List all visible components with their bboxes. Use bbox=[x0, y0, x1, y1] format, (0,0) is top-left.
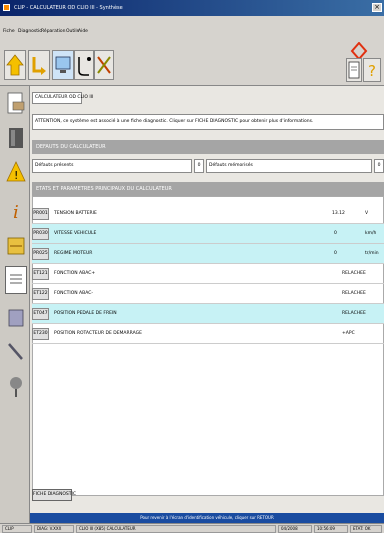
states-list-icon bbox=[10, 274, 22, 284]
parameter-description: POSITION ROTACTEUR DE DEMARRAGE bbox=[54, 331, 142, 336]
parameters-icon bbox=[7, 237, 25, 255]
tools-icon bbox=[97, 56, 111, 74]
table-row: PR030 VITESSE VEHICULE 0 km/h bbox=[32, 224, 384, 244]
menu-item-diagnostic[interactable]: Diagnostic bbox=[18, 29, 42, 34]
close-button[interactable]: × bbox=[372, 3, 382, 12]
commands-icon bbox=[8, 309, 24, 327]
sidebar-info-button[interactable]: i bbox=[5, 196, 27, 224]
parameter-value: 13.12 bbox=[332, 211, 345, 216]
parameter-code[interactable]: PR030 bbox=[32, 228, 49, 240]
app-icon bbox=[3, 4, 10, 11]
status-bar: CLIP DIAG: V.XXX CLIO III (X85) CALCULAT… bbox=[0, 523, 384, 533]
defauts-memorises-count: 0 bbox=[374, 159, 384, 173]
sidebar-commands-button[interactable] bbox=[5, 304, 27, 332]
section-etats-header: ETATS ET PARAMETRES PRINCIPAUX DU CALCUL… bbox=[32, 182, 384, 196]
status-cell-vehicle: CLIO III (X85) CALCULATEUR bbox=[76, 525, 276, 533]
title-bar: CLIP - CALCULATEUR OD CLIO III - Synthès… bbox=[0, 0, 384, 16]
defauts-memorises-field: Défauts mémorisés bbox=[206, 159, 372, 173]
parameter-description: FONCTION ABAC- bbox=[54, 291, 93, 296]
sidebar-identification-button[interactable] bbox=[5, 90, 27, 118]
car-document-icon bbox=[7, 92, 25, 114]
defauts-presents-field: Défauts présents bbox=[32, 159, 192, 173]
parameter-code[interactable]: ET230 bbox=[32, 328, 49, 340]
ecu-icon bbox=[9, 128, 23, 148]
probe-icon bbox=[78, 57, 91, 76]
help-button[interactable]: ? bbox=[363, 58, 381, 82]
parameter-unit: tr/min bbox=[365, 251, 379, 256]
defauts-presents-count: 0 bbox=[194, 159, 204, 173]
parameter-code[interactable]: ET047 bbox=[32, 308, 49, 320]
menu-item-fiche[interactable]: Fiche bbox=[3, 29, 15, 34]
sidebar-config-button[interactable] bbox=[5, 338, 27, 366]
parameter-value: RELACHEE bbox=[342, 271, 366, 276]
sidebar: ! i bbox=[0, 86, 30, 533]
sidebar-tests-button[interactable] bbox=[5, 372, 27, 400]
section-defauts-header: DEFAUTS DU CALCULATEUR bbox=[32, 140, 384, 154]
menu-item-reparation[interactable]: Réparation bbox=[41, 29, 66, 34]
parameter-description: POSITION PEDALE DE FREIN bbox=[54, 311, 117, 316]
print-button[interactable] bbox=[346, 58, 362, 82]
status-cell-state: ETAT: OK bbox=[350, 525, 382, 533]
sidebar-parameters-button[interactable] bbox=[5, 232, 27, 260]
status-message: Pour revenir à l'écran d'identification … bbox=[30, 513, 384, 523]
parameter-description: VITESSE VEHICULE bbox=[54, 231, 97, 236]
screwdriver-icon bbox=[8, 343, 23, 360]
status-cell-app: CLIP bbox=[2, 525, 32, 533]
parameter-code[interactable]: PR001 bbox=[32, 208, 49, 220]
table-row: ET121 FONCTION ABAC+ RELACHEE bbox=[32, 264, 384, 284]
parameter-value: RELACHEE bbox=[342, 291, 366, 296]
warning-icon: ! bbox=[6, 161, 26, 182]
menu-item-aide[interactable]: Aide bbox=[78, 29, 88, 34]
measure-button[interactable] bbox=[74, 50, 94, 80]
tools-button[interactable] bbox=[94, 50, 114, 80]
sidebar-states-button[interactable] bbox=[5, 266, 27, 294]
parameter-value: +APC bbox=[342, 331, 355, 336]
home-button[interactable] bbox=[4, 50, 26, 80]
svg-text:?: ? bbox=[368, 62, 376, 80]
probe-icon bbox=[10, 377, 22, 397]
status-cell-time: 10:56:09 bbox=[314, 525, 348, 533]
attention-message: ATTENTION, ce système est associé à une … bbox=[32, 114, 384, 130]
tab-calculateur[interactable]: CALCULATEUR OD CLIO III bbox=[32, 92, 93, 104]
svg-text:!: ! bbox=[14, 169, 18, 182]
parameter-description: REGIME MOTEUR bbox=[54, 251, 93, 256]
table-row: ET122 FONCTION ABAC- RELACHEE bbox=[32, 284, 384, 304]
home-icon bbox=[6, 54, 24, 76]
parameter-description: FONCTION ABAC+ bbox=[54, 271, 96, 276]
status-cell-version: DIAG: V.XXX bbox=[34, 525, 74, 533]
return-arrow-icon bbox=[32, 57, 46, 75]
parameter-unit: km/h bbox=[365, 231, 377, 236]
table-row: ET047 POSITION PEDALE DE FREIN RELACHEE bbox=[32, 304, 384, 324]
parameter-code[interactable]: PR025 bbox=[32, 248, 49, 260]
parameter-value: 0 bbox=[334, 251, 337, 256]
parameter-value: 0 bbox=[334, 231, 337, 236]
sidebar-ecu-button[interactable] bbox=[5, 124, 27, 152]
table-row: PR001 TENSION BATTERIE 13.12 V bbox=[32, 204, 384, 224]
parameter-unit: V bbox=[365, 211, 369, 216]
window-title: CLIP - CALCULATEUR OD CLIO III - Synthès… bbox=[14, 5, 123, 11]
info-icon: i bbox=[13, 202, 19, 223]
parameter-code[interactable]: ET122 bbox=[32, 288, 49, 300]
toolbar: ? bbox=[0, 40, 384, 86]
fiche-diagnostic-button[interactable]: FICHE DIAGNOSTIC bbox=[32, 489, 76, 501]
svg-text:i: i bbox=[13, 202, 19, 223]
back-button[interactable] bbox=[28, 50, 50, 80]
parameter-description: TENSION BATTERIE bbox=[54, 211, 97, 216]
status-cell-date: 04/2008 bbox=[278, 525, 312, 533]
monitor-icon bbox=[55, 56, 71, 73]
menu-bar: Fiche Diagnostic Réparation Outils Aide bbox=[0, 16, 384, 40]
table-row: ET230 POSITION ROTACTEUR DE DEMARRAGE +A… bbox=[32, 324, 384, 344]
document-icon bbox=[348, 61, 360, 79]
vehicle-button[interactable] bbox=[52, 50, 74, 80]
parameter-code[interactable]: ET121 bbox=[32, 268, 49, 280]
parameter-value: RELACHEE bbox=[342, 311, 366, 316]
question-mark-icon: ? bbox=[368, 62, 376, 80]
sidebar-warning-button[interactable]: ! bbox=[5, 158, 27, 186]
table-row: PR025 REGIME MOTEUR 0 tr/min bbox=[32, 244, 384, 264]
